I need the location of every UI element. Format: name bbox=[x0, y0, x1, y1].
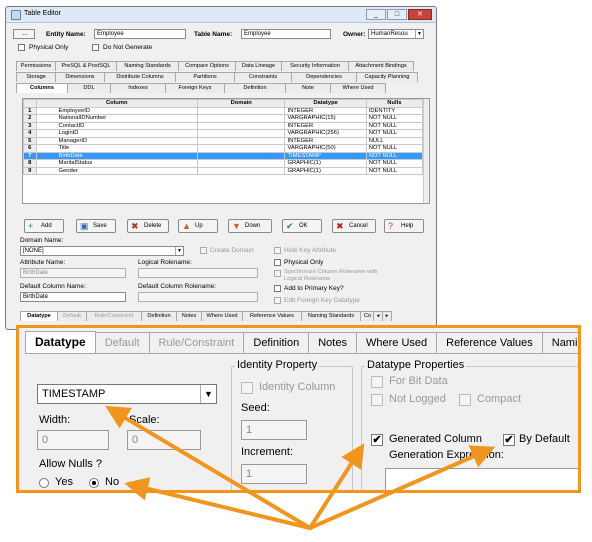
arrow-to-datatype bbox=[105, 405, 312, 530]
callout-arrows bbox=[105, 405, 496, 530]
arrow-to-allow-nulls bbox=[124, 477, 312, 530]
